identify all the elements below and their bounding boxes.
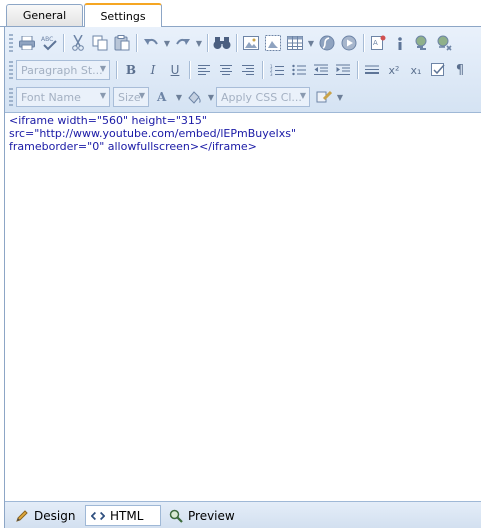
align-right-icon[interactable] — [237, 59, 259, 81]
toolbar-separator — [63, 34, 64, 52]
toolbar-row-1: ABC ▼ ▼ ▼ A — [9, 31, 455, 55]
toolbar-row-2: Paragraph St... ▼ B I U 123 x² x₁ ¶ — [9, 58, 471, 82]
chevron-down-icon: ▼ — [138, 91, 145, 100]
editor-mode-bar: Design HTML Preview — [5, 501, 481, 528]
bold-button[interactable]: B — [120, 59, 142, 81]
html-mode-button[interactable]: HTML — [85, 505, 161, 526]
undo-icon[interactable] — [140, 32, 162, 54]
indent-icon[interactable] — [332, 59, 354, 81]
italic-icon: I — [150, 63, 156, 77]
subscript-button[interactable]: x₁ — [405, 59, 427, 81]
paste-icon[interactable] — [111, 32, 133, 54]
paragraph-style-select[interactable]: Paragraph St... ▼ — [16, 60, 110, 80]
insert-link-icon[interactable] — [411, 32, 433, 54]
toolbar-separator — [363, 34, 364, 52]
toolbar-separator — [357, 61, 358, 79]
font-size-select[interactable]: Size ▼ — [113, 87, 149, 107]
underline-button[interactable]: U — [164, 59, 186, 81]
format-stripper-icon[interactable] — [313, 86, 335, 108]
show-formatting-button[interactable]: ¶ — [449, 59, 471, 81]
html-mode-label: HTML — [110, 508, 144, 523]
horizontal-rule-icon[interactable] — [361, 59, 383, 81]
pencil-icon — [15, 509, 29, 523]
flash-icon[interactable] — [316, 32, 338, 54]
insert-table-icon[interactable] — [284, 32, 306, 54]
font-size-value: Size — [118, 90, 141, 104]
svg-text:A: A — [373, 39, 378, 47]
media-player-icon[interactable] — [338, 32, 360, 54]
tab-settings[interactable]: Settings — [84, 3, 162, 27]
toolbar-separator — [262, 61, 263, 79]
toolbar-grip[interactable] — [9, 34, 13, 52]
cut-icon[interactable] — [67, 32, 89, 54]
editor-toolbars: ABC ▼ ▼ ▼ A Paragraph St... ▼ B I U 1 2 … — [5, 27, 481, 113]
css-class-value: Apply CSS Cl... — [221, 90, 302, 104]
document-manager-icon[interactable]: A — [367, 32, 389, 54]
code-brackets-icon — [91, 509, 105, 523]
design-mode-button[interactable]: Design — [11, 505, 81, 526]
italic-button[interactable]: I — [142, 59, 164, 81]
outdent-icon[interactable] — [310, 59, 332, 81]
source-line-2: frameborder="0" allowfullscreen></iframe… — [9, 140, 257, 153]
toolbar-separator — [207, 34, 208, 52]
underline-icon: U — [170, 63, 180, 77]
svg-text:A: A — [156, 90, 167, 104]
highlight-dropdown-chevron-icon[interactable]: ▼ — [206, 86, 216, 108]
svg-text:ABC: ABC — [41, 36, 53, 43]
chevron-down-icon: ▼ — [299, 91, 306, 100]
svg-text:3: 3 — [270, 72, 273, 76]
remove-link-icon[interactable] — [433, 32, 455, 54]
font-name-select[interactable]: Font Name ▼ — [16, 87, 110, 107]
toolbar-row-3: Font Name ▼ Size ▼ A ▼ ▼ Apply CSS Cl...… — [9, 85, 345, 109]
tab-strip: General Settings — [0, 0, 481, 27]
highlight-color-icon[interactable] — [184, 86, 206, 108]
copy-icon[interactable] — [89, 32, 111, 54]
bulleted-list-icon[interactable] — [288, 59, 310, 81]
redo-dropdown-chevron-icon[interactable]: ▼ — [194, 32, 204, 54]
bold-icon: B — [125, 63, 137, 77]
design-mode-label: Design — [34, 508, 76, 523]
toolbar-separator — [189, 61, 190, 79]
font-name-value: Font Name — [21, 90, 81, 104]
font-color-dropdown-chevron-icon[interactable]: ▼ — [174, 86, 184, 108]
undo-dropdown-chevron-icon[interactable]: ▼ — [162, 32, 172, 54]
pilcrow-icon: ¶ — [455, 62, 465, 78]
redo-icon[interactable] — [172, 32, 194, 54]
image-map-icon[interactable] — [262, 32, 284, 54]
magnifier-icon — [169, 509, 183, 523]
find-binoculars-icon[interactable] — [211, 32, 233, 54]
superscript-icon: x² — [388, 63, 400, 77]
table-dropdown-chevron-icon[interactable]: ▼ — [306, 32, 316, 54]
align-left-icon[interactable] — [193, 59, 215, 81]
align-center-icon[interactable] — [215, 59, 237, 81]
subscript-icon: x₁ — [410, 63, 422, 77]
html-source-content[interactable]: <iframe width="560" height="315" src="ht… — [9, 114, 479, 499]
chevron-down-icon: ▼ — [99, 91, 106, 100]
css-class-select[interactable]: Apply CSS Cl... ▼ — [216, 87, 310, 107]
paragraph-style-value: Paragraph St... — [21, 63, 103, 77]
toolbar-grip[interactable] — [9, 88, 13, 106]
html-editor: ABC ▼ ▼ ▼ A Paragraph St... ▼ B I U 1 2 … — [4, 27, 481, 528]
preview-mode-button[interactable]: Preview — [165, 505, 245, 526]
chevron-down-icon: ▼ — [99, 64, 106, 73]
info-icon[interactable] — [389, 32, 411, 54]
numbered-list-icon[interactable]: 123 — [266, 59, 288, 81]
format-stripper-dropdown-chevron-icon[interactable]: ▼ — [335, 86, 345, 108]
source-line-1: <iframe width="560" height="315" src="ht… — [9, 114, 297, 140]
print-icon[interactable] — [16, 32, 38, 54]
form-element-icon[interactable] — [427, 59, 449, 81]
preview-mode-label: Preview — [188, 508, 235, 523]
superscript-button[interactable]: x² — [383, 59, 405, 81]
toolbar-separator — [116, 61, 117, 79]
tab-general[interactable]: General — [6, 4, 83, 27]
insert-image-icon[interactable] — [240, 32, 262, 54]
toolbar-separator — [136, 34, 137, 52]
toolbar-separator — [236, 34, 237, 52]
spellcheck-icon[interactable]: ABC — [38, 32, 60, 54]
font-color-icon[interactable]: A — [152, 86, 174, 108]
toolbar-grip[interactable] — [9, 61, 13, 79]
